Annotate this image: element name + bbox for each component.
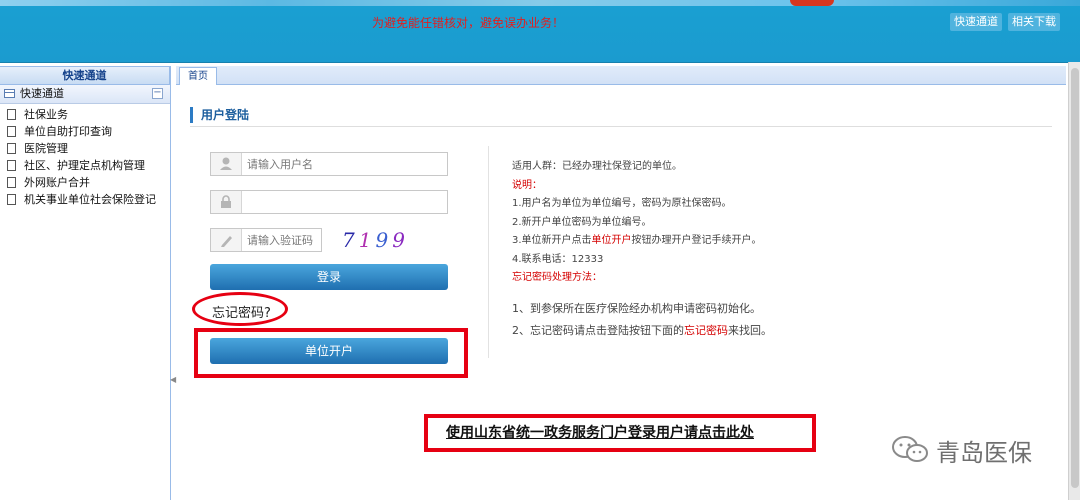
forgot-heading: 忘记密码处理方法：: [512, 272, 602, 283]
sidebar-item-self-print[interactable]: 单位自助打印查询: [0, 123, 170, 140]
document-icon: [7, 160, 16, 171]
note-3-prefix: 3.单位新开户点击: [512, 235, 592, 246]
document-icon: [7, 109, 16, 120]
step-2: 2、忘记密码请点击登陆按钮下面的忘记密码来找回。: [512, 320, 932, 342]
note-1: 1.用户名为单位为单位编号，密码为原社保密码。: [512, 198, 732, 209]
register-unit-button[interactable]: 单位开户: [210, 338, 448, 364]
step-1: 1、到参保所在医疗保险经办机构申请密码初始化。: [512, 301, 761, 315]
banner-boat-graphic: [790, 0, 834, 6]
sidebar-item-label: 社区、护理定点机构管理: [24, 159, 145, 172]
title-divider: [190, 126, 1052, 127]
sidebar-item-label: 医院管理: [24, 142, 68, 155]
note-3-highlight: 单位开户: [591, 235, 632, 246]
sidebar-panel-label: 快速通道: [20, 87, 64, 100]
top-banner: 为避免能任错核对，避免误办业务！ 快速通道 相关下载: [0, 0, 1080, 63]
sidebar-item-social-insurance[interactable]: 社保业务: [0, 106, 170, 123]
captcha-field[interactable]: [210, 228, 322, 252]
note-2: 2.新开户单位密码为单位编号。: [512, 216, 652, 228]
sidebar-list: 社保业务 单位自助打印查询 医院管理 社区、护理定点机构管理 外网账户合并 机关…: [0, 106, 170, 208]
collapse-icon[interactable]: −: [152, 88, 163, 99]
vertical-scrollbar[interactable]: [1068, 62, 1080, 500]
banner-image-strip: [0, 0, 1080, 6]
pencil-icon: [211, 229, 242, 251]
forgot-password-link[interactable]: 忘记密码?: [212, 302, 271, 321]
step-2-highlight: 忘记密码: [684, 323, 728, 337]
downloads-button[interactable]: 相关下载: [1008, 13, 1060, 31]
sidebar-item-label: 机关事业单位社会保险登记: [24, 193, 156, 206]
watermark: 青岛医保: [890, 430, 1032, 470]
document-icon: [7, 126, 16, 137]
sidebar-item-account-merge[interactable]: 外网账户合并: [0, 174, 170, 191]
captcha-char: 7: [342, 228, 359, 252]
username-field[interactable]: [210, 152, 448, 176]
note-3-suffix: 按钮办理开户登记手续开户。: [631, 235, 762, 246]
note-4: 4.联系电话：12333: [512, 253, 604, 265]
sidebar-title: 快速通道: [0, 66, 170, 85]
captcha-image[interactable]: 7199: [342, 228, 409, 252]
password-field[interactable]: [210, 190, 448, 214]
username-input[interactable]: [247, 155, 443, 173]
document-icon: [7, 143, 16, 154]
watermark-text: 青岛医保: [936, 438, 1032, 467]
quick-access-button[interactable]: 快速通道: [950, 13, 1002, 31]
header-notice: 为避免能任错核对，避免误办业务！: [372, 16, 565, 30]
user-icon: [211, 153, 242, 175]
instructions-panel: 适用人群：已经办理社保登记的单位。 说明： 1.用户名为单位为单位编号，密码为原…: [512, 158, 932, 342]
document-icon: [7, 177, 16, 188]
captcha-char: 1: [358, 228, 376, 252]
notes-heading: 说明：: [512, 179, 542, 191]
login-button[interactable]: 登录: [210, 264, 448, 290]
sidebar: 快速通道 快速通道 − 社保业务 单位自助打印查询 医院管理 社区、护理定点机构…: [0, 66, 171, 500]
page-title: 用户登陆: [190, 107, 249, 123]
step-2-prefix: 2、忘记密码请点击登陆按钮下面的: [512, 323, 684, 337]
sidebar-item-community-care[interactable]: 社区、护理定点机构管理: [0, 157, 170, 174]
audience-text: 适用人群：已经办理社保登记的单位。: [512, 161, 682, 172]
sidebar-item-hospital[interactable]: 医院管理: [0, 140, 170, 157]
sidebar-panel-header[interactable]: 快速通道 −: [0, 85, 170, 104]
column-divider: [488, 146, 489, 358]
note-3: 3.单位新开户点击单位开户按钮办理开户登记手续开户。: [512, 232, 932, 251]
wechat-icon: [890, 434, 930, 466]
tab-bar: 首页: [176, 66, 1066, 85]
captcha-input[interactable]: [247, 231, 319, 249]
scrollbar-thumb[interactable]: [1071, 68, 1079, 488]
sidebar-item-label: 社保业务: [24, 108, 68, 121]
step-2-suffix: 来找回。: [728, 323, 772, 337]
lock-icon: [211, 191, 242, 213]
tab-home[interactable]: 首页: [179, 67, 217, 85]
shandong-gov-portal-link[interactable]: 使用山东省统一政务服务门户登录用户请点击此处: [446, 422, 754, 442]
document-icon: [7, 194, 16, 205]
sidebar-item-label: 单位自助打印查询: [24, 125, 112, 138]
panel-icon: [4, 89, 15, 98]
sidebar-item-agency-registration[interactable]: 机关事业单位社会保险登记: [0, 191, 170, 208]
captcha-char: 9: [392, 228, 409, 252]
sidebar-item-label: 外网账户合并: [24, 176, 90, 189]
captcha-char: 9: [375, 228, 393, 252]
password-input[interactable]: [247, 193, 443, 211]
